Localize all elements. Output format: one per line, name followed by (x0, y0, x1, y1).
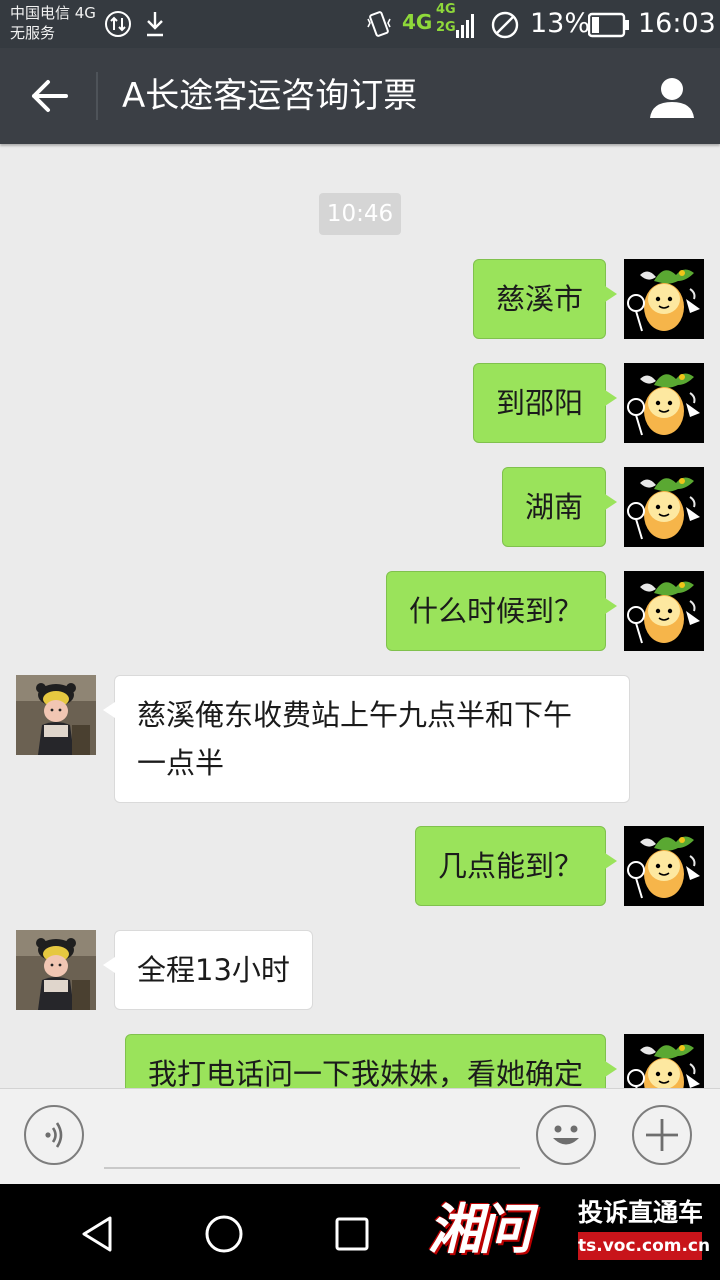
mascot-avatar-icon (624, 467, 704, 547)
incoming-message[interactable]: 慈溪俺东收费站上午九点半和下午 一点半 (103, 675, 630, 803)
nav-recents-button[interactable] (324, 1208, 380, 1260)
baby-photo-avatar-icon (16, 675, 96, 755)
my-avatar[interactable] (624, 467, 704, 547)
contact-avatar[interactable] (16, 675, 96, 755)
chat-title: A长途客运咨询订票 (122, 76, 418, 116)
carrier-info: 中国电信 4G 无服务 (10, 3, 96, 43)
header-divider (96, 72, 98, 120)
my-avatar[interactable] (624, 571, 704, 651)
baby-photo-avatar-icon (16, 930, 96, 1010)
circle-home-icon (205, 1215, 243, 1253)
outgoing-message[interactable]: 什么时候到？ (385, 571, 618, 651)
watermark-subtitle: 投诉直通车 (578, 1198, 704, 1227)
chat-info-button[interactable] (646, 72, 698, 124)
chat-header: A长途客运咨询订票 (0, 48, 720, 144)
my-avatar[interactable] (624, 1034, 704, 1088)
network-4g-label: 4G (402, 10, 433, 34)
mascot-avatar-icon (624, 826, 704, 906)
incoming-message[interactable]: 全程13小时 (103, 930, 313, 1010)
outgoing-message[interactable]: 湖南 (501, 467, 618, 547)
watermark-url: ts.voc.com.cn (578, 1232, 710, 1260)
mascot-avatar-icon (624, 571, 704, 651)
mascot-avatar-icon (624, 259, 704, 339)
signal-icon (456, 14, 474, 38)
contact-avatar[interactable] (16, 930, 96, 1010)
service-status: 无服务 (10, 24, 56, 42)
battery-percent: 13% (530, 8, 591, 39)
watermark: 湘问 投诉直通车 ts.voc.com.cn (428, 1192, 710, 1272)
nav-home-button[interactable] (196, 1208, 252, 1260)
triangle-back-icon (82, 1216, 112, 1252)
outgoing-message[interactable]: 到邵阳 (472, 363, 618, 443)
watermark-logo: 湘问 (428, 1197, 532, 1261)
clock: 16:03 (638, 8, 716, 39)
download-icon (147, 12, 163, 37)
message-timestamp: 10:46 (319, 193, 401, 235)
data-transfer-icon (105, 11, 131, 37)
no-sim-icon (491, 11, 519, 39)
smiley-icon (553, 1125, 579, 1145)
outgoing-message[interactable]: 慈溪市 (472, 259, 618, 339)
battery-icon (588, 12, 629, 38)
carrier-name: 中国电信 4G (10, 4, 96, 22)
person-icon (650, 78, 694, 118)
my-avatar[interactable] (624, 826, 704, 906)
input-bar (0, 1088, 720, 1185)
nav-back-button[interactable] (70, 1208, 126, 1260)
back-button[interactable] (20, 70, 76, 122)
emoji-button[interactable] (536, 1105, 596, 1165)
network-sub-2g: 2G (436, 20, 456, 35)
outgoing-message[interactable]: 几点能到？ (414, 826, 618, 906)
back-arrow-icon (32, 80, 68, 112)
network-sub-4g: 4G (436, 2, 456, 17)
my-avatar[interactable] (624, 363, 704, 443)
plus-icon (646, 1119, 678, 1151)
mascot-avatar-icon (624, 363, 704, 443)
message-list[interactable]: 10:46 慈溪市 到邵阳 湖南 什么时候到？ 慈溪俺东收费站上午九点半和下午 … (0, 144, 720, 1088)
my-avatar[interactable] (624, 259, 704, 339)
voice-input-button[interactable] (24, 1105, 84, 1165)
vibrate-icon (367, 11, 391, 37)
square-recents-icon (335, 1217, 369, 1251)
outgoing-message[interactable]: 我打电话问一下我妹妹，看她确定 (124, 1034, 618, 1088)
mascot-avatar-icon (624, 1034, 704, 1088)
voice-icon (45, 1122, 63, 1148)
status-bar: 中国电信 4G 无服务 4G 4G 2G 13% 16:03 (0, 0, 720, 48)
message-input[interactable] (104, 1109, 520, 1169)
more-actions-button[interactable] (632, 1105, 692, 1165)
